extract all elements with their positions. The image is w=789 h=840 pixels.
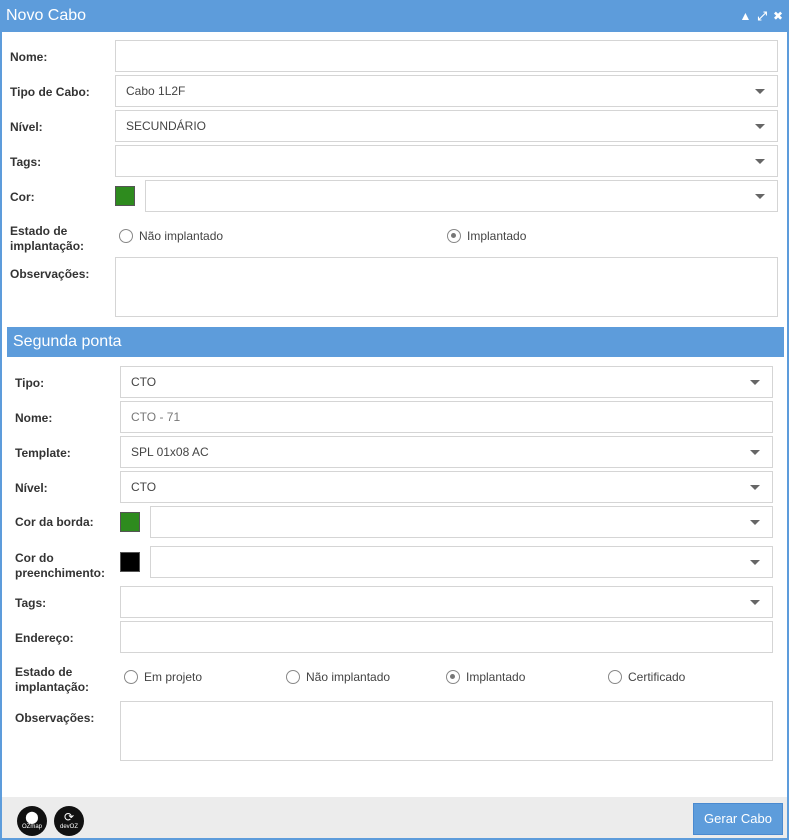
- radio-certificado[interactable]: Certificado: [608, 670, 685, 684]
- observacoes-textarea[interactable]: [115, 257, 778, 317]
- cor-select[interactable]: [145, 180, 778, 212]
- radio-dot[interactable]: [119, 229, 133, 243]
- cor-borda-select[interactable]: [150, 506, 773, 538]
- devoz-logo-text: devOZ: [59, 824, 78, 830]
- radio-nao-implantado[interactable]: Não implantado: [119, 229, 223, 243]
- window-controls: ▲ ⤢ ✖: [739, 9, 783, 23]
- estado-label: Estado de implantação:: [10, 224, 85, 253]
- cor-preenchimento-select[interactable]: [150, 546, 773, 578]
- nivel-label-2: Nível:: [15, 481, 48, 495]
- tipo-cabo-select[interactable]: Cabo 1L2F: [115, 75, 778, 107]
- maximize-icon[interactable]: ⤢: [757, 9, 767, 23]
- tipo-select[interactable]: CTO: [120, 366, 773, 398]
- radio-label: Não implantado: [139, 229, 224, 243]
- ozmap-logo-text: OZmap: [21, 824, 42, 830]
- cor-preenchimento-label: Cor do preenchimento:: [15, 551, 106, 580]
- cor-borda-swatch[interactable]: [120, 512, 140, 532]
- radio-nao-implantado-2[interactable]: Não implantado: [286, 670, 390, 684]
- radio-dot[interactable]: [446, 670, 460, 684]
- tags-select-2[interactable]: [120, 586, 773, 618]
- radio-label: Implantado: [467, 229, 527, 243]
- radio-label: Em projeto: [144, 670, 203, 684]
- radio-label: Não implantado: [306, 670, 391, 684]
- nome-input-2[interactable]: CTO - 71: [120, 401, 773, 433]
- radio-dot[interactable]: [608, 670, 622, 684]
- tags-label-2: Tags:: [15, 596, 47, 610]
- dialog-title: Novo Cabo: [6, 7, 87, 24]
- tags-select[interactable]: [115, 145, 778, 177]
- nome-label: Nome:: [10, 50, 48, 64]
- cor-label: Cor:: [10, 190, 35, 204]
- location-pin-icon: ⬤: [25, 810, 39, 824]
- nivel-label: Nível:: [10, 120, 43, 134]
- novo-cabo-dialog: Novo Cabo ▲ ⤢ ✖ Nome: Tipo de Cabo: Cabo…: [0, 0, 789, 840]
- endereco-input[interactable]: [120, 621, 773, 653]
- cor-swatch[interactable]: [115, 186, 135, 206]
- nivel-select[interactable]: SECUNDÁRIO: [115, 110, 778, 142]
- endereco-label: Endereço:: [15, 631, 74, 645]
- radio-dot[interactable]: [124, 670, 138, 684]
- cor-borda-label: Cor da borda:: [15, 515, 94, 529]
- radio-dot[interactable]: [447, 229, 461, 243]
- collapse-icon[interactable]: ▲: [739, 9, 751, 23]
- radio-implantado[interactable]: Implantado: [447, 229, 526, 243]
- devoz-logo: ⟳ devOZ: [54, 806, 84, 836]
- estado-label-2: Estado de implantação:: [15, 665, 90, 694]
- nome-input[interactable]: [115, 40, 778, 72]
- template-select[interactable]: SPL 01x08 AC: [120, 436, 773, 468]
- devoz-icon: ⟳: [63, 810, 75, 824]
- observacoes-label-2: Observações:: [15, 711, 95, 725]
- radio-em-projeto[interactable]: Em projeto: [124, 670, 202, 684]
- radio-label: Certificado: [628, 670, 686, 684]
- radio-label: Implantado: [466, 670, 526, 684]
- gerar-cabo-button[interactable]: Gerar Cabo: [693, 803, 783, 835]
- tags-label: Tags:: [10, 155, 42, 169]
- nivel-select-2[interactable]: CTO: [120, 471, 773, 503]
- template-label: Template:: [15, 446, 71, 460]
- observacoes-textarea-2[interactable]: [120, 701, 773, 761]
- tipo-label: Tipo:: [15, 376, 45, 390]
- observacoes-label: Observações:: [10, 267, 90, 281]
- radio-dot[interactable]: [286, 670, 300, 684]
- dialog-footer: ⬤ OZmap ⟳ devOZ Gerar Cabo: [2, 797, 787, 838]
- radio-implantado-2[interactable]: Implantado: [446, 670, 525, 684]
- cor-preenchimento-swatch[interactable]: [120, 552, 140, 572]
- segunda-ponta-header: Segunda ponta: [7, 327, 784, 357]
- tipo-cabo-label: Tipo de Cabo:: [10, 85, 90, 99]
- nome-label-2: Nome:: [15, 411, 53, 425]
- ozmap-logo: ⬤ OZmap: [17, 806, 47, 836]
- close-icon[interactable]: ✖: [773, 9, 783, 23]
- titlebar[interactable]: Novo Cabo ▲ ⤢ ✖: [2, 2, 787, 32]
